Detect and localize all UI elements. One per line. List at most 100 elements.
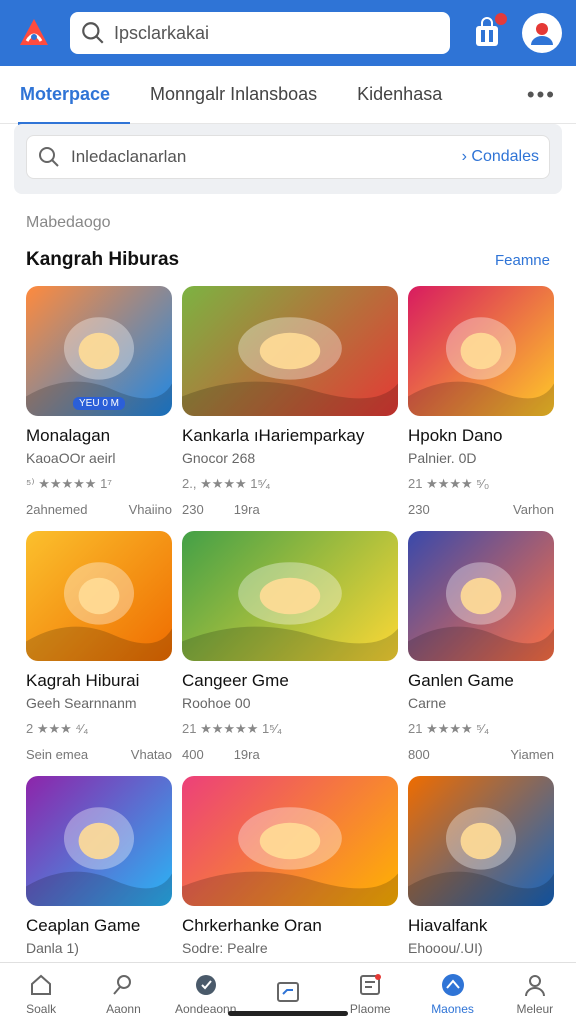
game-thumbnail <box>408 776 554 906</box>
nav-home[interactable]: Soalk <box>5 972 77 1016</box>
nav-library[interactable] <box>252 979 324 1009</box>
game-card[interactable]: Hiavalfank Ehooou/.UI) <box>408 776 554 956</box>
game-card[interactable]: YEU 0 M Monalagan KaoaOOr aeirl ⁵⁾ ★★★★★… <box>26 286 172 522</box>
tab-label: Moterpace <box>20 84 111 104</box>
game-meta-left: 400 <box>182 747 204 762</box>
game-meta-right: Vhaiino <box>128 502 172 517</box>
nav-label: Soalk <box>26 1001 57 1016</box>
game-meta-right: Yiamen <box>510 747 554 762</box>
game-card[interactable]: Hpokn Dano Palnier. 0D 21 ★★★★ ⁵⁄₀ 230 Va… <box>408 286 554 522</box>
game-thumbnail <box>26 531 172 661</box>
category-tabs: Moterpace Monngalr Inlansboas Kidenhasa … <box>0 66 576 125</box>
thumbnail-art <box>408 317 554 416</box>
game-meta: 2ahnemed Vhaiino <box>26 502 172 517</box>
search-icon <box>39 147 59 167</box>
library-icon <box>276 981 299 1002</box>
game-developer: KaoaOOr aeirl <box>26 450 116 466</box>
section-subtitle: Mabedaogo <box>26 214 111 231</box>
more-tabs-button[interactable]: ••• <box>507 66 576 124</box>
game-meta-left: Sein emea <box>26 747 89 762</box>
see-more-link[interactable]: Feamne <box>495 252 550 269</box>
game-rating: ⁵⁾ ★★★★★ 1⁷ <box>26 476 113 491</box>
game-meta: 800 Yiamen <box>408 747 554 762</box>
game-thumbnail <box>182 286 398 416</box>
game-rating: 2., ★★★★ 1⁵⁄₄ <box>182 476 271 491</box>
home-indicator[interactable] <box>228 1011 348 1016</box>
game-thumbnail <box>408 531 554 661</box>
game-rating: 21 ★★★★ ⁵⁄₀ <box>408 476 490 491</box>
updates-icon <box>360 973 382 995</box>
game-tag: YEU 0 M <box>72 397 126 410</box>
game-rating: 2 ★★★ ⁴⁄₄ <box>26 721 89 736</box>
tab-marketplace[interactable]: Moterpace <box>0 66 131 125</box>
search-input[interactable]: Ipsclarkakai <box>70 12 450 54</box>
game-card[interactable]: Kankarla ıHariemparkay Gnocor 268 2., ★★… <box>182 286 398 522</box>
profile-avatar[interactable] <box>522 13 562 53</box>
search-icon <box>82 22 104 44</box>
game-card[interactable]: Ganlen Game Carne 21 ★★★★ ⁵⁄₄ 800 Yiamen <box>408 531 554 767</box>
nav-updates[interactable]: Plaome <box>334 972 406 1016</box>
game-meta: Sein emea Vhatao <box>26 747 172 762</box>
game-developer: Geeh Searnnanm <box>26 695 137 711</box>
game-meta-left: 800 <box>408 747 430 762</box>
game-developer: Danla 1) <box>26 940 79 956</box>
nav-label: Maones <box>431 1001 474 1016</box>
game-meta-left: 2ahnemed <box>26 502 88 517</box>
game-title: Kankarla ıHariemparkay <box>182 426 365 445</box>
game-meta-right: 19ra <box>233 747 260 762</box>
apps-icon <box>441 973 464 996</box>
game-meta-left: 230 <box>408 502 430 517</box>
game-thumbnail: YEU 0 M <box>26 286 172 416</box>
section-header: Kangrah Hiburas Feamne <box>26 249 550 271</box>
game-card[interactable]: Chrkerhanke Oran Sodre: Pealre <box>182 776 398 956</box>
game-meta: 230 Varhon <box>408 502 554 517</box>
game-developer: Sodre: Pealre <box>182 940 268 956</box>
nav-profile[interactable]: Meleur <box>499 972 571 1016</box>
game-thumbnail <box>408 286 554 416</box>
home-icon <box>31 974 52 995</box>
game-developer: Palnier. 0D <box>408 450 477 466</box>
game-developer: Ehooou/.UI) <box>408 940 483 956</box>
thumbnail-art <box>26 562 172 661</box>
tab-label: Kidenhasa <box>357 84 443 104</box>
game-thumbnail <box>182 531 398 661</box>
brand-logo[interactable] <box>14 13 54 53</box>
game-grid: YEU 0 M Monalagan KaoaOOr aeirl ⁵⁾ ★★★★★… <box>26 286 554 956</box>
more-icon: ••• <box>526 81 556 107</box>
shopping-bag-button[interactable] <box>470 11 509 50</box>
game-card[interactable]: Cangeer Gme Roohoe 00 21 ★★★★★ 1⁵⁄₄ 400 1… <box>182 531 398 767</box>
game-rating: 21 ★★★★★ 1⁵⁄₄ <box>182 721 283 736</box>
notification-badge <box>493 11 509 27</box>
game-title: Ganlen Game <box>408 671 514 690</box>
conditions-link[interactable]: › Condales <box>462 148 539 166</box>
nav-search[interactable]: Aaonn <box>87 972 159 1016</box>
thumbnail-art <box>26 807 172 906</box>
game-title: Cangeer Gme <box>182 671 289 690</box>
games-icon <box>195 974 216 995</box>
nav-games[interactable]: Aondeaonn <box>170 972 242 1016</box>
tab-kids[interactable]: Kidenhasa <box>337 66 462 124</box>
top-app-bar: Ipsclarkakai <box>0 0 576 66</box>
game-title: Kagrah Hiburai <box>26 671 140 690</box>
thumbnail-art <box>182 562 398 661</box>
bottom-navigation: Soalk Aaonn Aondeaonn Plaome Maones Mele… <box>0 962 576 1024</box>
thumbnail-art <box>408 807 554 906</box>
thumbnail-art <box>408 562 554 661</box>
game-title: Ceaplan Game <box>26 916 141 935</box>
game-meta-right: Vhatao <box>130 747 172 762</box>
nav-apps[interactable]: Maones <box>417 972 489 1016</box>
game-card[interactable]: Kagrah Hiburai Geeh Searnnanm 2 ★★★ ⁴⁄₄ … <box>26 531 172 767</box>
game-rating: 21 ★★★★ ⁵⁄₄ <box>408 721 490 736</box>
game-developer: Gnocor 268 <box>182 450 256 466</box>
tab-label: Monngalr Inlansboas <box>150 84 318 104</box>
game-developer: Carne <box>408 695 447 711</box>
thumbnail-art <box>182 317 398 416</box>
game-title: Chrkerhanke Oran <box>182 916 322 935</box>
profile-icon <box>524 974 545 996</box>
filter-search-field[interactable]: Inledaclanarlan › Condales <box>26 135 550 179</box>
tab-featured[interactable]: Monngalr Inlansboas <box>130 66 337 124</box>
game-card[interactable]: Ceaplan Game Danla 1) <box>26 776 172 956</box>
search-value: Ipsclarkakai <box>114 22 210 43</box>
profile-avatar-icon <box>531 23 553 45</box>
search-icon <box>113 974 132 995</box>
